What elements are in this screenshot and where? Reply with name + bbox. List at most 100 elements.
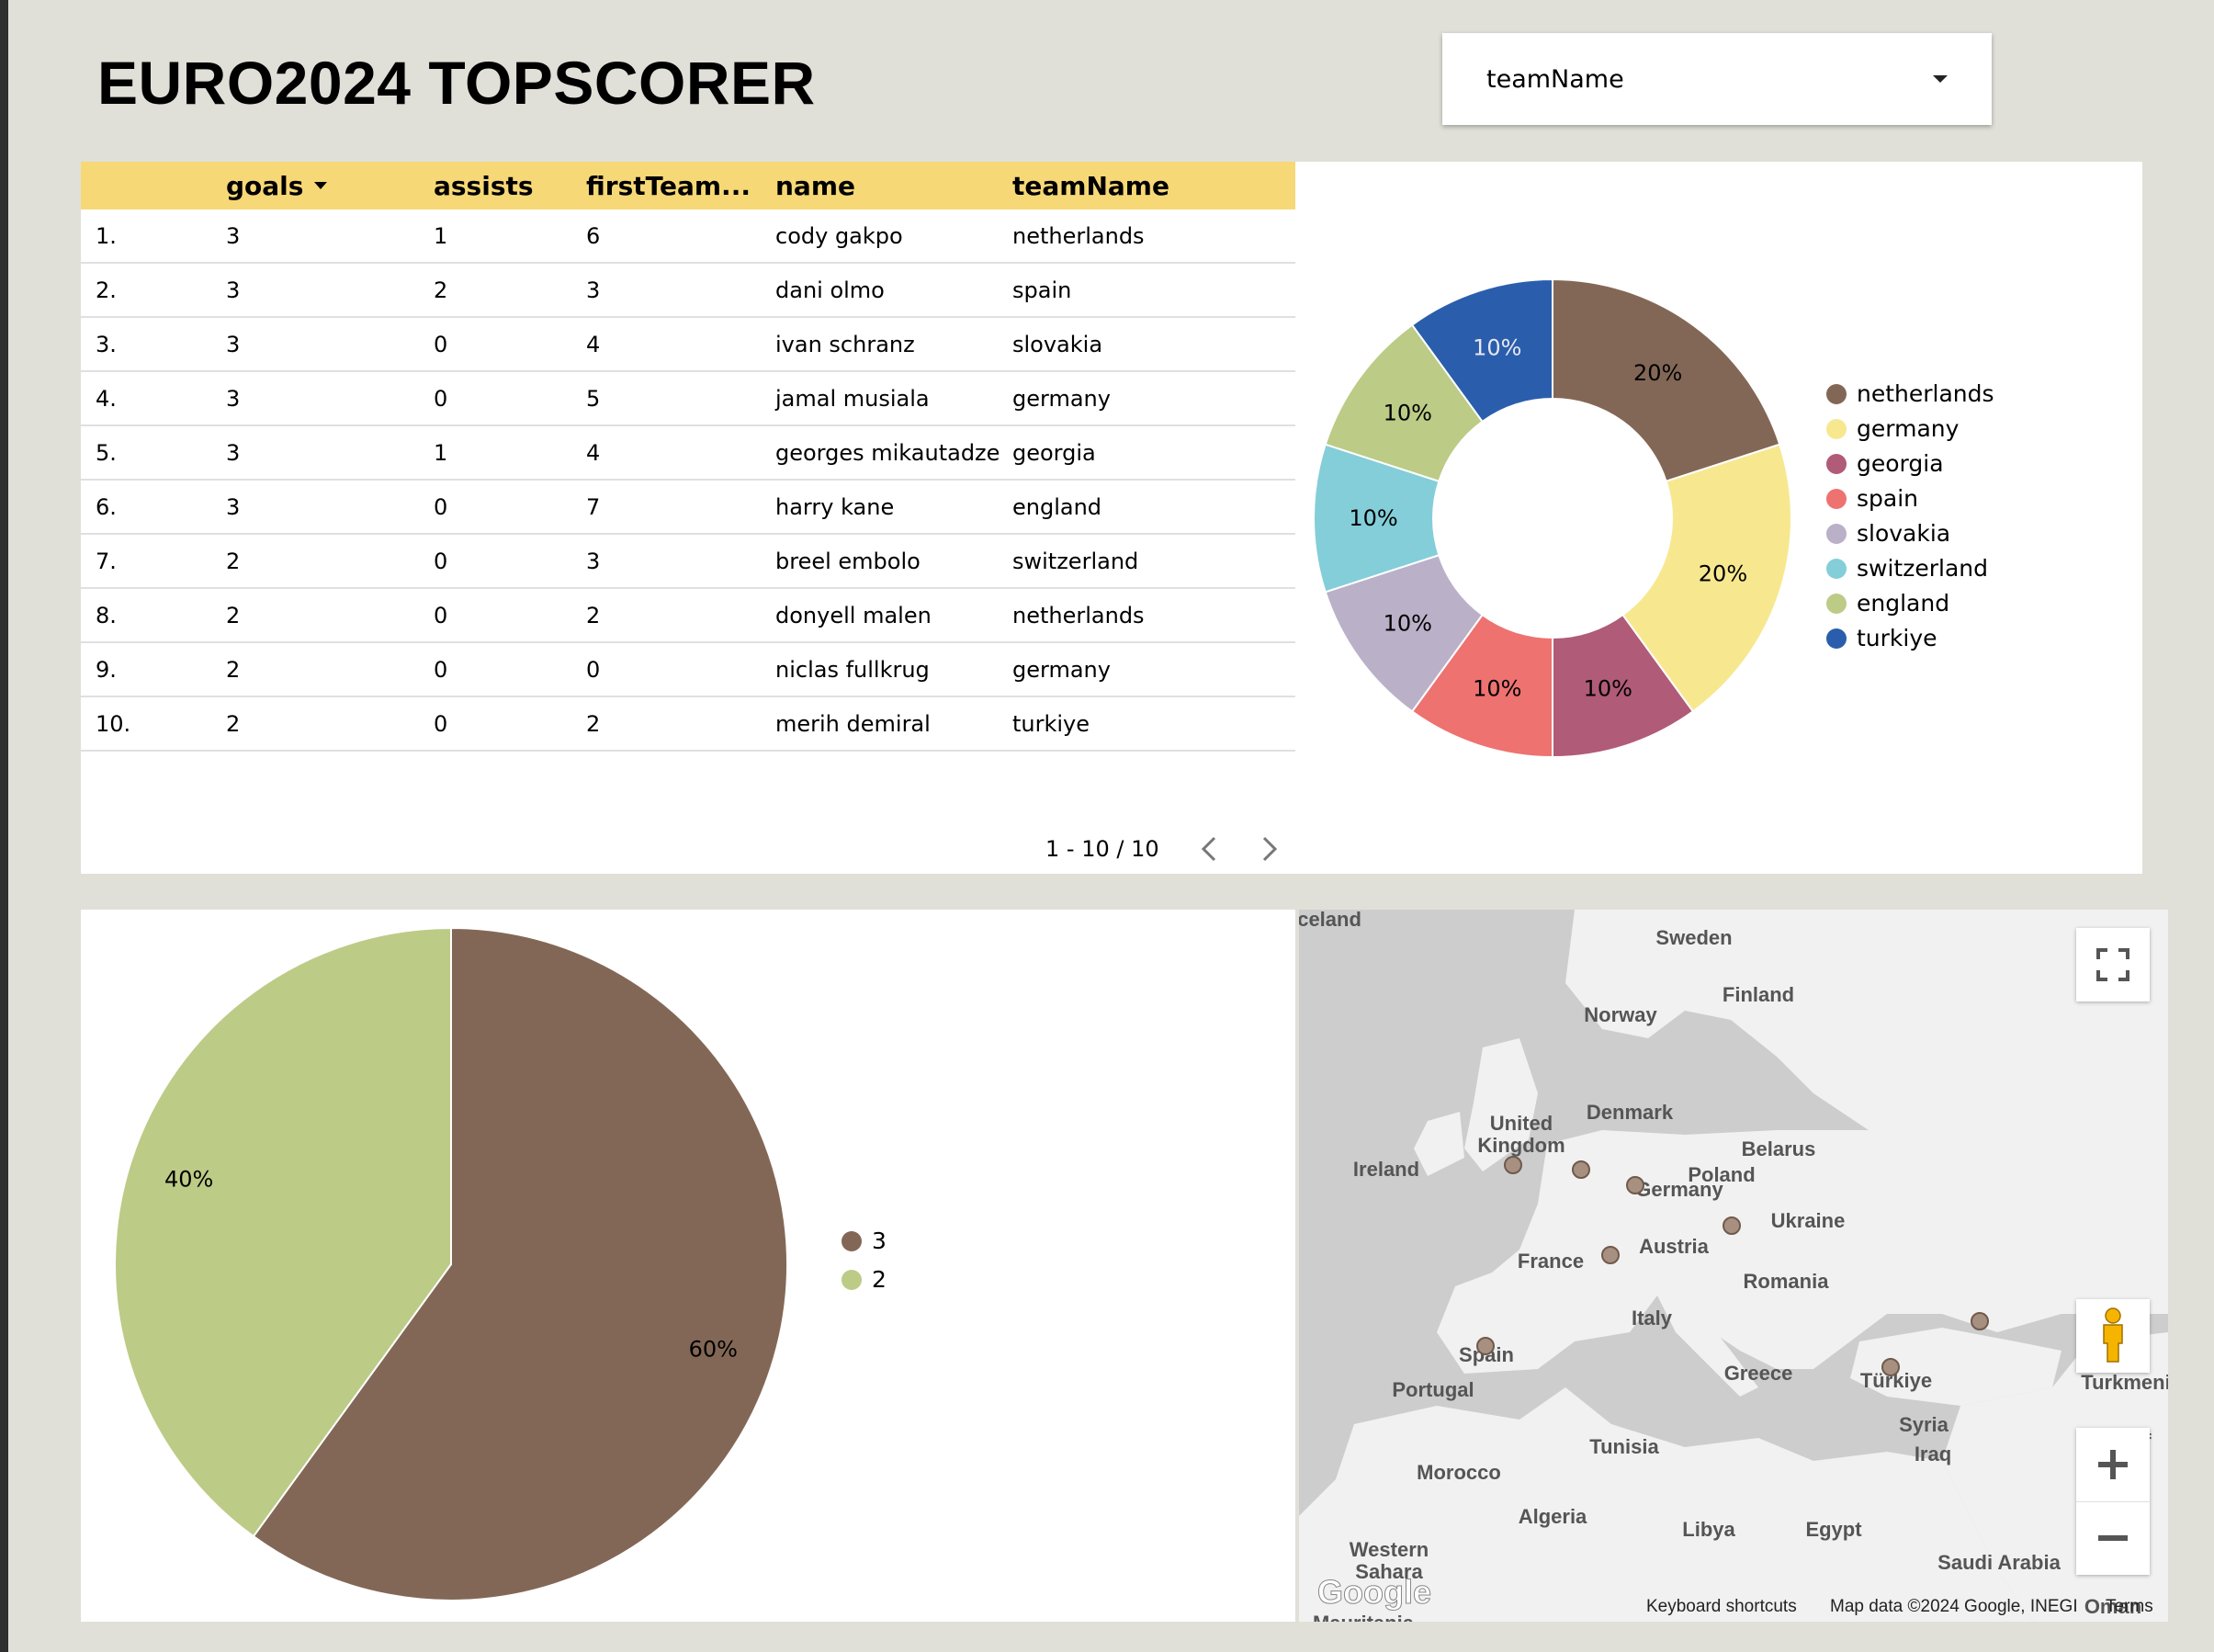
donut-value-label: 10%	[1584, 675, 1632, 701]
legend-label: netherlands	[1857, 380, 1994, 407]
pie-value-label: 40%	[164, 1166, 213, 1192]
table-row[interactable]: 3. 3 0 4 ivan schranz slovakia	[81, 318, 1295, 372]
minus-icon	[2098, 1535, 2128, 1542]
team-filter-dropdown[interactable]: teamName	[1442, 33, 1992, 125]
donut-legend-item[interactable]: switzerland	[1826, 555, 1988, 582]
page-title: EURO2024 TOPSCORER	[97, 49, 816, 117]
cell-assists: 0	[434, 385, 448, 412]
team-location-marker[interactable]	[1723, 1216, 1741, 1235]
map-label: Morocco	[1417, 1461, 1501, 1484]
pie-legend-item[interactable]: 2	[842, 1266, 887, 1293]
map-label: Greece	[1724, 1362, 1793, 1385]
donut-value-label: 10%	[1349, 505, 1397, 531]
cell-assists: 0	[434, 710, 448, 737]
team-location-marker[interactable]	[1971, 1312, 1989, 1330]
team-location-marker[interactable]	[1476, 1337, 1495, 1355]
legend-swatch	[1826, 628, 1847, 649]
team-location-marker[interactable]	[1572, 1160, 1590, 1179]
map-label: Ireland	[1353, 1158, 1419, 1181]
prev-page-button[interactable]	[1192, 831, 1229, 867]
legend-swatch	[1826, 488, 1847, 509]
legend-swatch	[1826, 523, 1847, 544]
team-donut-chart: 20% 20% 10% 10% 10% 10% 10% 10%	[1313, 277, 1792, 759]
map-panel[interactable]: Sweden Finland Norway Denmark United Kingdom I…	[1299, 910, 2168, 1622]
street-view-button[interactable]	[2076, 1299, 2150, 1373]
donut-legend-item[interactable]: turkiye	[1826, 625, 1937, 651]
table-row[interactable]: 1. 3 1 6 cody gakpo netherlands	[81, 209, 1295, 264]
donut-value-label: 20%	[1633, 360, 1682, 386]
table-row[interactable]: 9. 2 0 0 niclas fullkrug germany	[81, 643, 1295, 697]
table-row[interactable]: 5. 3 1 4 georges mikautadze georgia	[81, 426, 1295, 481]
team-location-marker[interactable]	[1626, 1176, 1644, 1194]
table-row[interactable]: 8. 2 0 2 donyell malen netherlands	[81, 589, 1295, 643]
fullscreen-button[interactable]	[2076, 928, 2150, 1001]
legend-label: switzerland	[1857, 555, 1988, 582]
legend-swatch	[1826, 383, 1847, 404]
cell-firstteam: 6	[586, 222, 601, 249]
map-label: Egypt	[1805, 1518, 1862, 1541]
cell-goals: 3	[226, 439, 241, 466]
map-label: Romania	[1744, 1270, 1830, 1293]
cell-name: jamal musiala	[775, 385, 930, 412]
table-row[interactable]: 4. 3 0 5 jamal musiala germany	[81, 372, 1295, 426]
map-label: Austria	[1639, 1235, 1710, 1258]
map-label: Sweden	[1655, 926, 1732, 949]
donut-legend-item[interactable]: germany	[1826, 415, 1959, 442]
cell-assists: 1	[434, 439, 448, 466]
scorers-table: goals assists firstTeam... name teamName…	[81, 162, 1295, 752]
col-header-firstteam[interactable]: firstTeam...	[586, 171, 775, 201]
cell-assists: 0	[434, 548, 448, 574]
europe-map[interactable]: Sweden Finland Norway Denmark UnitedKingdom I…	[1299, 910, 2168, 1622]
donut-value-label: 10%	[1384, 611, 1432, 637]
team-location-marker[interactable]	[1881, 1358, 1900, 1376]
table-row[interactable]: 6. 3 0 7 harry kane england	[81, 481, 1295, 535]
cell-firstteam: 4	[586, 331, 601, 357]
chevron-left-icon	[1201, 836, 1215, 862]
donut-value-label: 10%	[1473, 335, 1521, 361]
col-header-goals[interactable]: goals	[226, 171, 434, 201]
cell-firstteam: 3	[586, 548, 601, 574]
table-row[interactable]: 2. 3 2 3 dani olmo spain	[81, 264, 1295, 318]
donut-legend-item[interactable]: netherlands	[1826, 380, 1994, 407]
row-index: 9.	[96, 656, 117, 683]
col-header-assists[interactable]: assists	[434, 171, 586, 201]
row-index: 2.	[96, 277, 117, 303]
legend-swatch	[1826, 558, 1847, 579]
cell-goals: 3	[226, 277, 241, 303]
table-row[interactable]: 7. 2 0 3 breel embolo switzerland	[81, 535, 1295, 589]
donut-legend-item[interactable]: georgia	[1826, 450, 1944, 477]
map-label: Syria	[1899, 1413, 1949, 1436]
zoom-in-button[interactable]	[2076, 1428, 2150, 1502]
cell-name: niclas fullkrug	[775, 656, 930, 683]
next-page-button[interactable]	[1249, 831, 1286, 867]
team-filter-label: teamName	[1486, 64, 1624, 94]
row-index: 7.	[96, 548, 117, 574]
cell-assists: 0	[434, 493, 448, 520]
terms-link[interactable]: Terms	[2106, 1597, 2153, 1617]
donut-legend-item[interactable]: england	[1826, 590, 1949, 617]
zoom-out-button[interactable]	[2076, 1502, 2150, 1576]
cell-goals: 3	[226, 385, 241, 412]
col-header-name[interactable]: name	[775, 171, 1012, 201]
cell-goals: 2	[226, 548, 241, 574]
team-location-marker[interactable]	[1504, 1156, 1522, 1174]
keyboard-shortcuts-link[interactable]: Keyboard shortcuts	[1646, 1597, 1797, 1617]
donut-value-label: 10%	[1384, 400, 1432, 425]
table-row[interactable]: 10. 2 0 2 merih demiral turkiye	[81, 697, 1295, 752]
cell-firstteam: 5	[586, 385, 601, 412]
cell-name: dani olmo	[775, 277, 885, 303]
donut-legend-item[interactable]: slovakia	[1826, 520, 1950, 547]
pie-legend-item[interactable]: 3	[842, 1228, 887, 1254]
cell-goals: 3	[226, 493, 241, 520]
cell-name: georges mikautadze	[775, 439, 1000, 466]
goals-pie-chart: 60% 40%	[114, 926, 788, 1601]
team-location-marker[interactable]	[1601, 1246, 1620, 1264]
donut-legend-item[interactable]: spain	[1826, 485, 1918, 512]
legend-label: spain	[1857, 485, 1919, 512]
legend-swatch	[1826, 418, 1847, 439]
chevron-right-icon	[1262, 836, 1277, 862]
google-logo: Google	[1317, 1573, 1432, 1612]
map-label: United	[1490, 1112, 1553, 1135]
cell-name: harry kane	[775, 493, 895, 520]
table-pagination: 1 - 10 / 10	[1045, 831, 1286, 867]
